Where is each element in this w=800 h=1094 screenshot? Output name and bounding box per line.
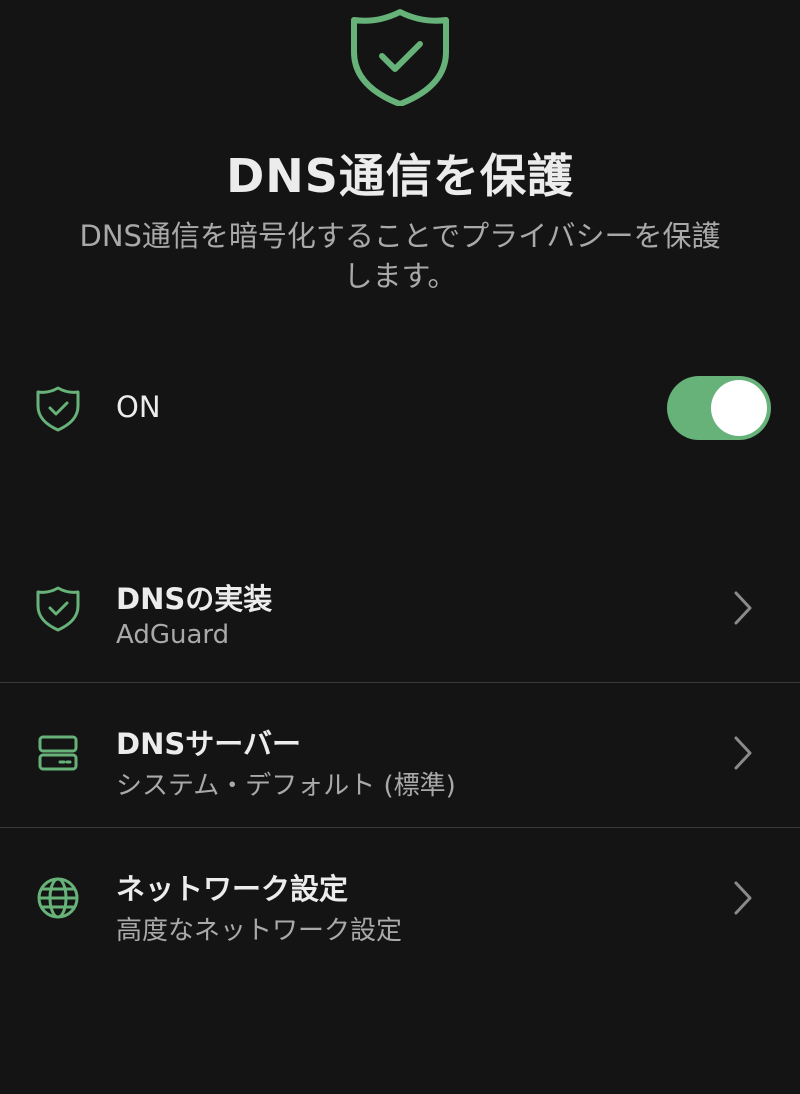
toggle-label: ON (116, 390, 161, 424)
page-subtitle: DNS通信を暗号化することでプライバシーを保護 します。 (55, 216, 745, 296)
globe-icon (37, 877, 79, 919)
chevron-right-icon (734, 736, 752, 770)
server-icon (38, 735, 78, 771)
shield-check-icon (36, 386, 80, 432)
row-subtitle: AdGuard (116, 620, 230, 650)
page-title: DNS通信を保護 (226, 149, 574, 203)
row-title: ネットワーク設定 (116, 872, 349, 906)
row-title: DNSの実装 (116, 582, 273, 616)
protection-switch[interactable] (667, 376, 771, 440)
switch-knob (711, 380, 767, 436)
row-subtitle: システム・デフォルト (標準) (116, 771, 456, 801)
shield-check-icon (36, 586, 80, 632)
row-title: DNSサーバー (116, 727, 301, 761)
chevron-right-icon (734, 591, 752, 625)
network-settings-row[interactable]: ネットワーク設定 高度なネットワーク設定 (0, 828, 800, 972)
protection-toggle-row: ON (0, 366, 800, 450)
page-subtitle-line-2: します。 (343, 259, 457, 293)
page-subtitle-line-1: DNS通信を暗号化することでプライバシーを保護 (79, 219, 721, 253)
row-subtitle: 高度なネットワーク設定 (116, 916, 403, 946)
dns-server-row[interactable]: DNSサーバー システム・デフォルト (標準) (0, 683, 800, 827)
dns-implementation-row[interactable]: DNSの実装 AdGuard (0, 538, 800, 682)
chevron-right-icon (734, 881, 752, 915)
shield-check-icon (351, 9, 449, 106)
